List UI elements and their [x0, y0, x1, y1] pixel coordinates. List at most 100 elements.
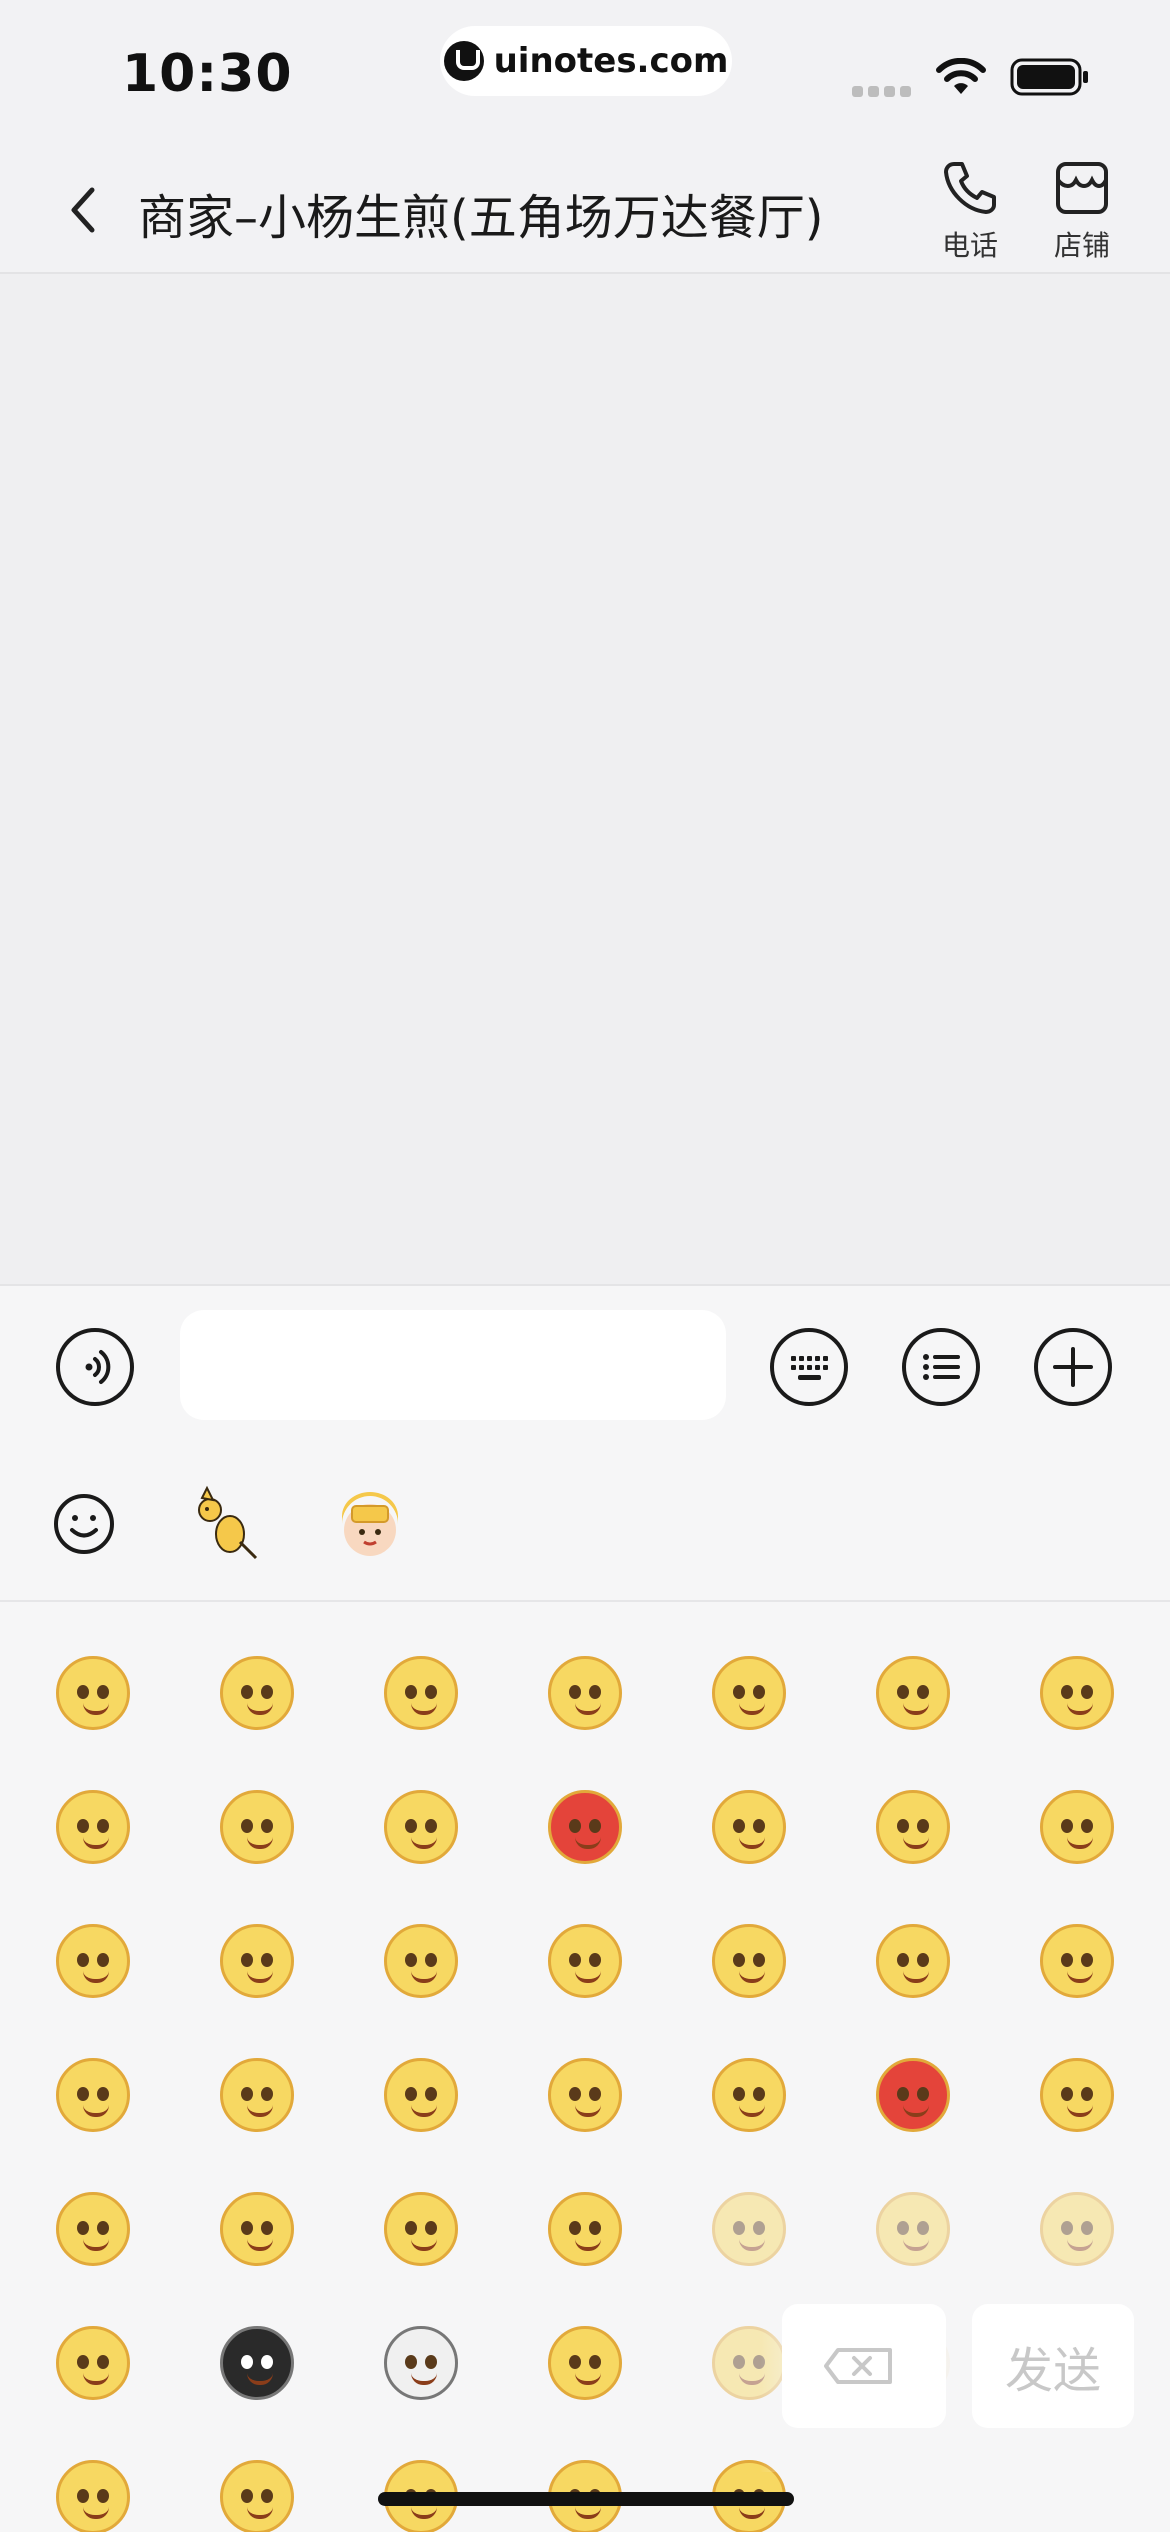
emoji-category-tabs [0, 1450, 1170, 1602]
input-bar [0, 1284, 1170, 1450]
voice-toggle-button[interactable] [56, 1328, 134, 1406]
home-indicator [378, 2492, 794, 2506]
emoji-face-icon [1040, 2192, 1114, 2266]
emoji-face-icon [548, 2326, 622, 2400]
emoji-item[interactable] [704, 2184, 794, 2274]
watermark-logo-icon [443, 41, 484, 81]
emoji-face-icon [384, 1790, 458, 1864]
rider-sticker-icon[interactable] [330, 1484, 410, 1564]
phone-icon [944, 162, 996, 214]
send-button[interactable]: 发送 [972, 2304, 1134, 2428]
emoji-item[interactable] [48, 2184, 138, 2274]
emoji-face-icon [712, 1656, 786, 1730]
emoji-item[interactable] [212, 1916, 302, 2006]
emoji-item[interactable] [48, 2318, 138, 2408]
emoji-item[interactable] [376, 1648, 466, 1738]
emoji-item[interactable] [48, 1916, 138, 2006]
emoji-item[interactable] [704, 1916, 794, 2006]
backspace-icon [824, 2348, 892, 2384]
emoji-item[interactable] [1032, 2050, 1122, 2140]
emoji-item[interactable] [376, 2050, 466, 2140]
chat-message-area[interactable] [0, 276, 1170, 1284]
emoji-item[interactable] [868, 1916, 958, 2006]
quick-reply-button[interactable] [902, 1328, 980, 1406]
emoji-item[interactable] [540, 1916, 630, 2006]
store-label: 店铺 [1053, 229, 1110, 262]
emoji-item[interactable] [1032, 1648, 1122, 1738]
emoji-face-icon [220, 2058, 294, 2132]
emoji-face-icon [1040, 1790, 1114, 1864]
back-chevron-icon[interactable] [62, 180, 106, 240]
emoji-item[interactable] [212, 1782, 302, 1872]
emoji-face-icon [384, 2192, 458, 2266]
emoji-face-icon [712, 1790, 786, 1864]
emoji-item[interactable] [48, 1782, 138, 1872]
emoji-item[interactable] [540, 1648, 630, 1738]
emoji-item[interactable] [212, 2318, 302, 2408]
emoji-face-icon [548, 1790, 622, 1864]
keyboard-toggle-button[interactable] [770, 1328, 848, 1406]
delete-button[interactable] [782, 2304, 946, 2428]
emoji-item[interactable] [868, 2050, 958, 2140]
emoji-face-icon [56, 2460, 130, 2532]
emoji-item[interactable] [48, 2452, 138, 2532]
emoji-item[interactable] [540, 2318, 630, 2408]
emoji-face-icon [384, 1924, 458, 1998]
status-bar: 10:30 uinotes.com [0, 0, 1170, 140]
emoji-face-icon [384, 2326, 458, 2400]
status-time: 10:30 [122, 44, 293, 104]
emoji-item[interactable] [48, 2050, 138, 2140]
emoji-item[interactable] [48, 1648, 138, 1738]
cellular-signal-icon [852, 86, 916, 98]
list-icon [923, 1354, 960, 1380]
battery-icon [1010, 58, 1088, 96]
emoji-item[interactable] [376, 1782, 466, 1872]
emoji-item[interactable] [376, 2318, 466, 2408]
phone-label: 电话 [941, 229, 998, 262]
emoji-item[interactable] [212, 2050, 302, 2140]
smiley-icon[interactable] [44, 1484, 124, 1564]
emoji-face-icon [220, 1790, 294, 1864]
emoji-item[interactable] [868, 2184, 958, 2274]
emoji-face-icon [712, 2058, 786, 2132]
emoji-face-icon [712, 1924, 786, 1998]
watermark-badge: uinotes.com [440, 26, 732, 96]
emoji-face-icon [220, 1656, 294, 1730]
store-button[interactable]: 店铺 [1032, 158, 1132, 264]
phone-button[interactable]: 电话 [920, 158, 1020, 264]
emoji-face-icon [56, 2192, 130, 2266]
page-title: 商家–小杨生煎(五角场万达餐厅) [138, 190, 824, 246]
wifi-icon [936, 58, 986, 94]
emoji-face-icon [1040, 2058, 1114, 2132]
emoji-item[interactable] [704, 1648, 794, 1738]
emoji-item[interactable] [704, 1782, 794, 1872]
emoji-item[interactable] [212, 2452, 302, 2532]
kangaroo-sticker-icon[interactable] [186, 1484, 266, 1564]
emoji-item[interactable] [540, 2184, 630, 2274]
emoji-item[interactable] [540, 2050, 630, 2140]
message-input[interactable] [180, 1310, 726, 1420]
emoji-face-icon [876, 1656, 950, 1730]
emoji-item[interactable] [376, 2184, 466, 2274]
emoji-item[interactable] [212, 2184, 302, 2274]
emoji-face-icon [548, 1656, 622, 1730]
emoji-item[interactable] [1032, 2184, 1122, 2274]
emoji-face-icon [876, 2058, 950, 2132]
emoji-item[interactable] [704, 2050, 794, 2140]
emoji-item[interactable] [212, 1648, 302, 1738]
emoji-item[interactable] [868, 1782, 958, 1872]
emoji-item[interactable] [540, 1782, 630, 1872]
emoji-item[interactable] [868, 1648, 958, 1738]
emoji-face-icon [220, 1924, 294, 1998]
emoji-item[interactable] [1032, 1782, 1122, 1872]
emoji-item[interactable] [376, 1916, 466, 2006]
emoji-face-icon [1040, 1924, 1114, 1998]
emoji-face-icon [548, 2058, 622, 2132]
emoji-item[interactable] [1032, 1916, 1122, 2006]
emoji-face-icon [876, 1924, 950, 1998]
emoji-face-icon [56, 1924, 130, 1998]
more-actions-button[interactable] [1034, 1328, 1112, 1406]
emoji-face-icon [384, 2058, 458, 2132]
emoji-face-icon [220, 2460, 294, 2532]
emoji-face-icon [548, 1924, 622, 1998]
